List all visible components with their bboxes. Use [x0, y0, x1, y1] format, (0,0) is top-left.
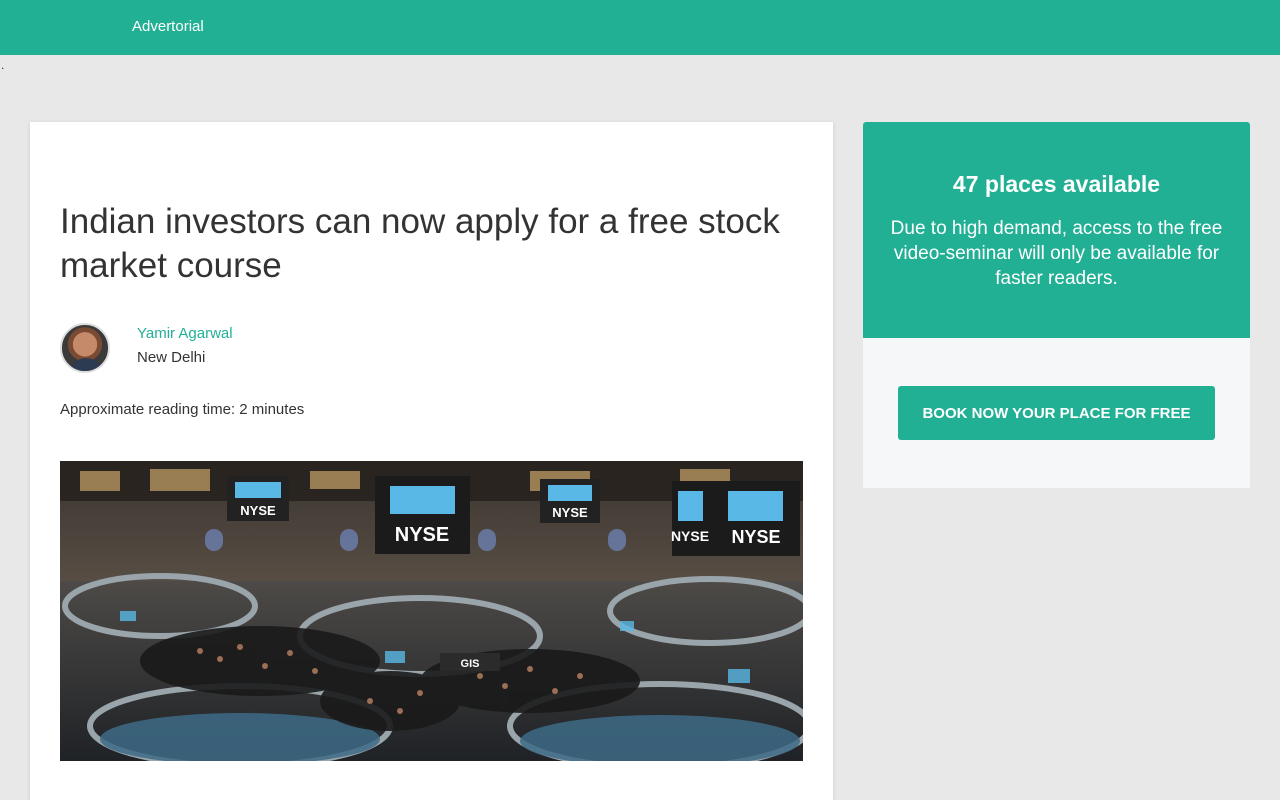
- places-banner: 47 places available Due to high demand, …: [863, 122, 1250, 338]
- hero-sign: GIS: [461, 658, 480, 670]
- stock-exchange-illustration: NYSE NYSE NYSE NYSE NYSE GIS: [60, 461, 803, 761]
- author-city: New Delhi: [137, 349, 206, 366]
- article-headline: Indian investors can now apply for a fre…: [60, 202, 780, 285]
- hero-sign: NYSE: [731, 527, 780, 547]
- hero-sign: NYSE: [552, 505, 588, 520]
- hero-sign: NYSE: [671, 528, 709, 544]
- top-bar: Advertorial: [0, 0, 1280, 55]
- demand-note: Due to high demand, access to the free v…: [890, 218, 1223, 289]
- author-name-link[interactable]: Yamir Agarwal: [137, 325, 233, 342]
- advertorial-label: Advertorial: [132, 18, 204, 35]
- hero-image-stock-exchange: NYSE NYSE NYSE NYSE NYSE GIS: [60, 461, 803, 761]
- book-place-button[interactable]: BOOK NOW YOUR PLACE FOR FREE: [898, 386, 1215, 440]
- places-available: 47 places available: [952, 171, 1161, 197]
- author-avatar: [60, 323, 110, 373]
- reading-time: Approximate reading time: 2 minutes: [60, 401, 305, 418]
- stray-mark: .: [1, 58, 5, 72]
- hero-sign: NYSE: [395, 524, 449, 546]
- article-card: Indian investors can now apply for a fre…: [30, 122, 833, 800]
- avatar-shirt: [68, 358, 104, 371]
- cta-panel: BOOK NOW YOUR PLACE FOR FREE: [863, 338, 1250, 488]
- hero-sign: NYSE: [240, 503, 276, 518]
